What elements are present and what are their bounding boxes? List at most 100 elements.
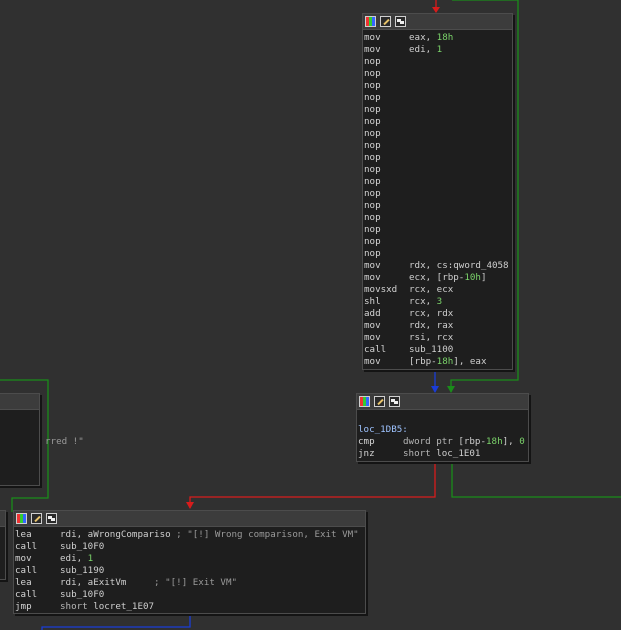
instruction-line[interactable]: nop [364,236,512,248]
instruction-line[interactable] [0,412,39,424]
instruction-line[interactable]: nop [364,152,512,164]
operand: 18h [436,356,454,367]
instruction-line[interactable]: nop [364,248,512,260]
mnemonic: nop [364,236,381,247]
instruction-line[interactable]: nop [364,80,512,92]
mnemonic: add [364,308,381,319]
instruction-line[interactable]: mov rdx, rax [364,320,512,332]
group-nodes-icon[interactable] [395,16,406,27]
mnemonic: nop [364,248,381,259]
instruction-line[interactable]: mov edi, 1 [15,553,365,565]
mnemonic: lea [15,577,32,588]
operand: ], [502,436,520,447]
color-palette-icon[interactable] [365,16,376,27]
mnemonic: call [364,344,387,355]
code-block-loc-1db5[interactable]: loc_1DB5: cmp dword ptr [rbp- 18h], 0 jnz sho… [356,393,529,462]
instruction-line[interactable] [0,424,39,436]
mnemonic: nop [364,224,381,235]
node-header [0,511,5,527]
mnemonic: nop [364,140,381,151]
operand: 10h [464,272,481,283]
mnemonic [0,424,45,436]
mnemonic: jnz [358,448,375,459]
operand: short [60,601,94,612]
mnemonic: nop [364,104,381,115]
instruction-line[interactable]: call sub_1190 [15,565,365,577]
code-block-left-bottom-partial[interactable] [0,510,6,580]
operand: [rbp- [409,356,437,367]
mnemonic: mov [364,260,381,271]
operand: rdx, cs:qword_4058 [409,260,509,271]
mnemonic: mov [364,44,381,55]
instruction-line[interactable]: nop [364,140,512,152]
instruction-line[interactable]: nop [364,116,512,128]
rename-pencil-icon[interactable] [380,16,391,27]
label-text: loc_1DB5: [358,424,408,435]
mnemonic: call [15,541,38,552]
mnemonic: mov [364,32,381,43]
instruction-line[interactable]: mov [rbp- 18h], eax [364,356,512,368]
node-header [357,394,528,410]
graph-view-canvas[interactable]: mov eax, 18h mov edi, 1 nop nop nop nop nop nop no… [0,0,621,630]
instruction-line[interactable]: nop [364,200,512,212]
instruction-line[interactable]: nop [364,56,512,68]
instruction-line[interactable]: cmp dword ptr [rbp- 18h], 0 [358,436,528,448]
operand: 1 [87,553,94,564]
instruction-line[interactable]: add rcx, rdx [364,308,512,320]
code-block-left-partial[interactable]: rred !" [0,393,84,486]
instruction-line[interactable]: movsxd rcx, ecx [364,284,512,296]
operand: rdx, rax [409,320,454,331]
instruction-line[interactable]: call sub_10F0 [15,589,365,601]
operand: sub_10F0 [60,589,105,600]
code-block-wrong-comparison[interactable]: lea rdi, aWrongCompariso ; "[!] Wrong com… [13,510,366,614]
instruction-line[interactable]: call sub_1100 [364,344,512,356]
instruction-line[interactable]: nop [364,212,512,224]
instruction-line[interactable]: mov eax, 18h [364,32,512,44]
instruction-line[interactable]: shl rcx, 3 [364,296,512,308]
instruction-line[interactable]: nop [364,104,512,116]
instruction-line[interactable]: nop [364,68,512,80]
mnemonic [0,436,45,448]
instruction-line[interactable]: nop [364,164,512,176]
rename-pencil-icon[interactable] [31,513,42,524]
group-nodes-icon[interactable] [46,513,57,524]
instruction-line[interactable]: nop [364,92,512,104]
mnemonic: nop [364,188,381,199]
operand: sub_10F0 [60,541,105,552]
instruction-line[interactable]: nop [364,128,512,140]
code-block-top[interactable]: mov eax, 18h mov edi, 1 nop nop nop nop nop nop no… [362,13,513,370]
color-palette-icon[interactable] [16,513,27,524]
instruction-line[interactable]: mov ecx, [rbp- 10h] [364,272,512,284]
instruction-line[interactable]: nop [364,176,512,188]
mnemonic: mov [364,320,381,331]
instruction-line[interactable]: jmp short locret_1E07 [15,601,365,613]
instruction-line[interactable]: lea rdi, aExitVm ; "[!] Exit VM" [15,577,365,589]
mnemonic: jmp [15,601,32,612]
instruction-line[interactable]: mov rdx, cs:qword_4058 [364,260,512,272]
node-header [0,394,39,410]
instruction-line[interactable]: rred !" [0,436,84,448]
operand: rdi, aExitVm [60,577,155,588]
mnemonic: mov [364,332,381,343]
code-label[interactable]: loc_1DB5: [358,424,528,436]
mnemonic: nop [364,116,381,127]
operand: 0 [519,436,525,447]
mnemonic: shl [364,296,381,307]
rename-pencil-icon[interactable] [374,396,385,407]
operand: locret_1E07 [93,601,155,612]
instruction-line[interactable]: nop [364,224,512,236]
color-palette-icon[interactable] [359,396,370,407]
instruction-line[interactable] [358,412,528,424]
instruction-line[interactable]: lea rdi, aWrongCompariso ; "[!] Wrong com… [15,529,365,541]
group-nodes-icon[interactable] [389,396,400,407]
node-header [363,14,512,30]
mnemonic: nop [364,68,381,79]
mnemonic: nop [364,176,381,187]
instruction-line[interactable]: mov rsi, rcx [364,332,512,344]
instruction-line[interactable]: mov edi, 1 [364,44,512,56]
mnemonic: call [15,589,38,600]
operand: dword ptr [403,436,459,447]
instruction-line[interactable]: nop [364,188,512,200]
instruction-line[interactable]: call sub_10F0 [15,541,365,553]
instruction-line[interactable]: jnz short loc_1E01 [358,448,528,460]
